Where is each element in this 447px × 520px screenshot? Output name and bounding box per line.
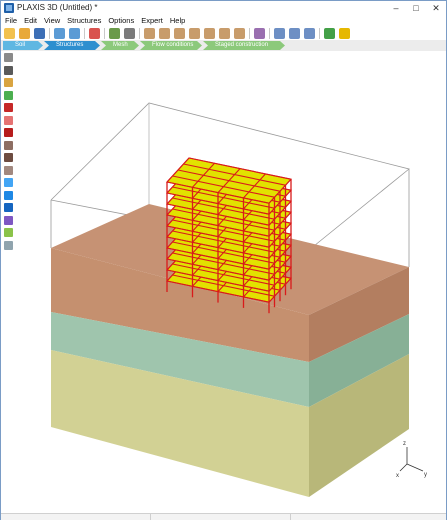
main-toolbar (1, 26, 446, 40)
menu-file[interactable]: File (5, 16, 17, 25)
mode-tabs: Soil Structures Mesh Flow conditions Sta… (1, 40, 446, 51)
plaxis-window: PLAXIS 3D (Untitled) * – □ ✕ File Edit V… (0, 0, 447, 520)
view-front-icon[interactable] (159, 27, 170, 39)
toolbar-separator (249, 27, 250, 39)
minimize-button[interactable]: – (386, 1, 406, 15)
create-interface-icon[interactable] (4, 203, 13, 212)
delete-icon[interactable] (89, 27, 100, 39)
create-surface-icon[interactable] (4, 90, 13, 100)
create-well-icon[interactable] (4, 165, 13, 175)
axis-z-label: z (403, 441, 406, 447)
view-back-icon[interactable] (174, 27, 185, 39)
view-top-icon[interactable] (204, 27, 215, 39)
status-cell (1, 514, 151, 520)
tab-mesh[interactable]: Mesh (101, 41, 139, 50)
toolbar-separator (84, 27, 85, 39)
axis-triad (399, 447, 424, 472)
create-embedded-beam-icon[interactable] (4, 190, 13, 200)
menu-options[interactable]: Options (108, 16, 134, 25)
pan-icon[interactable] (324, 27, 335, 39)
tab-structures[interactable]: Structures (44, 41, 100, 50)
toolbar-separator (49, 27, 50, 39)
hide-icon[interactable] (254, 27, 265, 39)
create-anchor-icon[interactable] (4, 140, 13, 150)
new-project-icon[interactable] (4, 27, 15, 39)
create-volume-icon[interactable] (4, 215, 13, 225)
tab-soil[interactable]: Soil (3, 41, 43, 50)
view-3d-icon[interactable] (144, 27, 155, 39)
status-bar (1, 513, 446, 520)
title-bar: PLAXIS 3D (Untitled) * – □ ✕ (1, 1, 446, 15)
model-canvas[interactable]: z y x (15, 52, 446, 513)
select-all-icon[interactable] (109, 27, 120, 39)
toolbar-separator (319, 27, 320, 39)
model-viewport[interactable]: z y x (15, 52, 446, 513)
menu-edit[interactable]: Edit (24, 16, 37, 25)
print-icon[interactable] (124, 27, 135, 39)
view-side-icon[interactable] (189, 27, 200, 39)
status-cell (151, 514, 291, 520)
import-geometry-icon[interactable] (4, 228, 13, 237)
save-project-icon[interactable] (34, 27, 45, 39)
toolbar-separator (139, 27, 140, 39)
create-point-load-icon[interactable] (4, 115, 13, 125)
select-cursor-icon[interactable] (4, 53, 13, 62)
create-line-icon[interactable] (4, 65, 13, 75)
undo-icon[interactable] (54, 27, 65, 39)
view-bottom-icon[interactable] (219, 27, 230, 39)
create-tunnel-icon[interactable] (4, 153, 13, 162)
menu-expert[interactable]: Expert (141, 16, 163, 25)
plaxis-logo-icon (4, 3, 14, 13)
axis-y-label: y (424, 472, 427, 478)
open-project-icon[interactable] (19, 27, 30, 39)
window-title: PLAXIS 3D (Untitled) * (17, 3, 98, 12)
menu-help[interactable]: Help (170, 16, 185, 25)
close-button[interactable]: ✕ (426, 1, 446, 15)
rotate-icon[interactable] (339, 27, 350, 39)
maximize-button[interactable]: □ (406, 1, 426, 15)
axis-x-label: x (396, 473, 399, 479)
view-perspective-icon[interactable] (234, 27, 245, 39)
menu-view[interactable]: View (44, 16, 60, 25)
create-drain-icon[interactable] (4, 178, 13, 187)
zoom-in-icon[interactable] (274, 27, 285, 39)
create-beam-icon[interactable] (4, 128, 13, 137)
zoom-window-icon[interactable] (304, 27, 315, 39)
tab-staged-construction[interactable]: Staged construction (203, 41, 285, 50)
create-point-icon[interactable] (4, 78, 13, 87)
menu-structures[interactable]: Structures (67, 16, 101, 25)
toolbar-separator (269, 27, 270, 39)
zoom-out-icon[interactable] (289, 27, 300, 39)
redo-icon[interactable] (69, 27, 80, 39)
array-icon[interactable] (4, 240, 13, 250)
create-polygon-icon[interactable] (4, 103, 13, 112)
side-toolbar (3, 53, 15, 513)
menu-bar: File Edit View Structures Options Expert… (1, 15, 446, 26)
toolbar-separator (104, 27, 105, 39)
tab-flow-conditions[interactable]: Flow conditions (140, 41, 202, 50)
